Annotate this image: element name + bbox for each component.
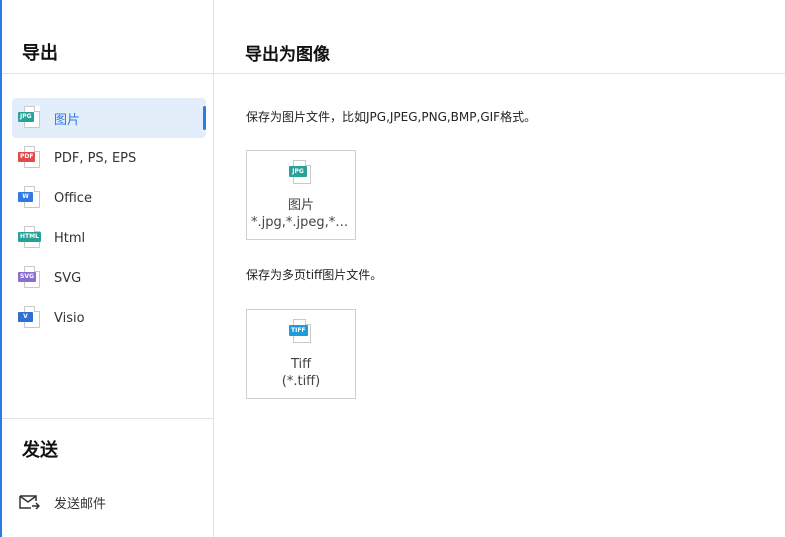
card-extensions: (*.tiff): [281, 374, 321, 389]
page-title: 导出为图像: [245, 45, 330, 65]
svg-file-icon: SVG: [18, 266, 42, 290]
sidebar-item-visio[interactable]: V Visio: [12, 298, 206, 338]
header-divider: [214, 73, 785, 74]
export-format-list: JPG 图片 PDF PDF, PS, EPS W Office HTML Ht…: [12, 98, 206, 338]
main-panel: 导出为图像 保存为图片文件，比如JPG,JPEG,PNG,BMP,GIF格式。 …: [214, 0, 785, 537]
sidebar-item-label: SVG: [54, 270, 82, 286]
export-heading: 导出: [22, 43, 58, 64]
tiff-file-icon: TIFF: [289, 319, 313, 343]
export-tiff-card[interactable]: TIFF Tiff (*.tiff): [246, 309, 356, 399]
pdf-file-icon: PDF: [18, 146, 42, 170]
sidebar-item-label: PDF, PS, EPS: [54, 150, 137, 166]
sidebar-item-image[interactable]: JPG 图片: [12, 98, 206, 138]
sidebar-item-office[interactable]: W Office: [12, 178, 206, 218]
sidebar-item-svg[interactable]: SVG SVG: [12, 258, 206, 298]
sidebar-item-pdf[interactable]: PDF PDF, PS, EPS: [12, 138, 206, 178]
card-extensions: *.jpg,*.jpeg,*.p...: [251, 215, 355, 230]
jpg-file-icon: JPG: [289, 160, 313, 184]
mail-send-icon: [19, 495, 40, 510]
word-file-icon: W: [18, 186, 42, 210]
export-image-card[interactable]: JPG 图片 *.jpg,*.jpeg,*.p...: [246, 150, 356, 240]
html-file-icon: HTML: [18, 226, 42, 250]
sidebar-item-label: 图片: [54, 112, 81, 128]
send-email-item[interactable]: 发送邮件: [18, 491, 106, 513]
visio-file-icon: V: [18, 306, 42, 330]
sidebar-item-html[interactable]: HTML Html: [12, 218, 206, 258]
send-email-label: 发送邮件: [54, 496, 107, 512]
sidebar-divider: [2, 418, 214, 419]
sidebar-item-label: Visio: [54, 310, 85, 326]
card-name: Tiff: [290, 357, 312, 372]
sidebar-item-label: Html: [54, 230, 86, 246]
export-window: 导出 JPG 图片 PDF PDF, PS, EPS W Office HTML…: [0, 0, 785, 537]
card-name: 图片: [287, 198, 314, 213]
image-format-description: 保存为图片文件，比如JPG,JPEG,PNG,BMP,GIF格式。: [246, 110, 537, 124]
jpg-file-icon: JPG: [18, 106, 42, 130]
sidebar-divider: [2, 73, 214, 74]
send-heading: 发送: [22, 440, 58, 461]
sidebar: 导出 JPG 图片 PDF PDF, PS, EPS W Office HTML…: [2, 0, 214, 537]
tiff-format-description: 保存为多页tiff图片文件。: [246, 268, 383, 282]
sidebar-item-label: Office: [54, 190, 92, 206]
